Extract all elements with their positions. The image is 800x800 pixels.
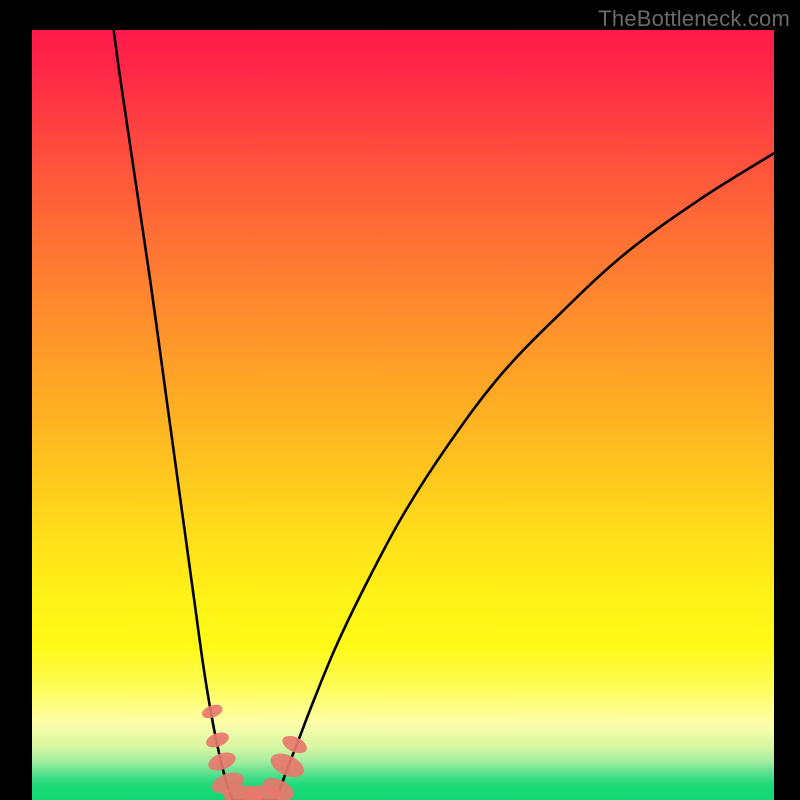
bottleneck-curves: [32, 30, 774, 800]
markers-group: [200, 702, 309, 800]
left-curve-path: [114, 30, 233, 800]
plot-area: [32, 30, 774, 800]
data-marker: [267, 749, 308, 782]
right-curve-path: [277, 153, 774, 800]
chart-frame: TheBottleneck.com: [0, 0, 800, 800]
watermark-text: TheBottleneck.com: [598, 6, 790, 32]
curve-group: [114, 30, 774, 800]
